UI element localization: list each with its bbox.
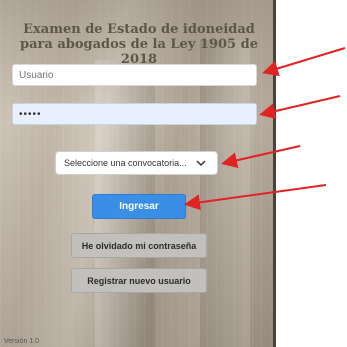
forgot-password-button[interactable]: He olvidado mi contraseña bbox=[71, 233, 207, 258]
username-input[interactable] bbox=[12, 64, 257, 86]
page-title: Examen de Estado de idoneidad para aboga… bbox=[20, 22, 258, 67]
panel-divider bbox=[273, 0, 276, 347]
chevron-down-icon bbox=[196, 160, 206, 167]
version-footer: Versión 1.0 bbox=[4, 338, 40, 345]
convocatoria-select[interactable]: Seleccione una convocatoria... bbox=[55, 151, 218, 175]
annotation-arrow bbox=[262, 47, 346, 77]
login-panel: Examen de Estado de idoneidad para aboga… bbox=[0, 0, 276, 347]
background-column bbox=[200, 40, 250, 347]
password-input[interactable]: ••••• bbox=[12, 103, 257, 125]
register-button[interactable]: Registrar nuevo usuario bbox=[71, 268, 207, 293]
login-button[interactable]: Ingresar bbox=[92, 194, 186, 219]
convocatoria-select-label: Seleccione una convocatoria... bbox=[64, 158, 187, 168]
